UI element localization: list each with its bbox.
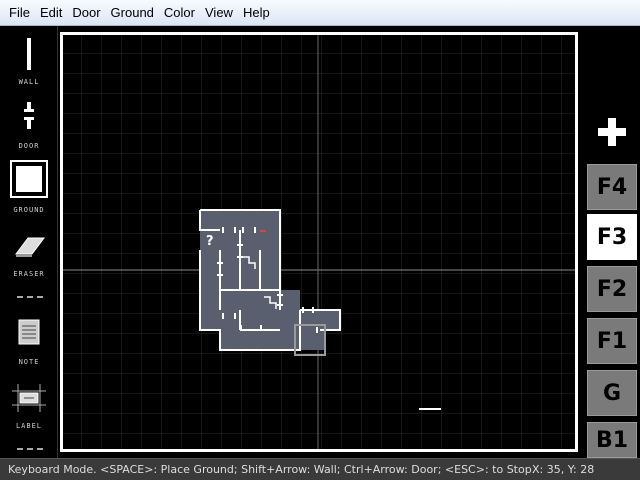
- eraser-tool[interactable]: [4, 230, 54, 264]
- tool-separator: [17, 448, 43, 450]
- floor-button-f3[interactable]: F3: [587, 214, 637, 260]
- map-canvas[interactable]: ?: [60, 32, 578, 452]
- note-icon: [18, 319, 40, 345]
- floor-button-b1[interactable]: B1: [587, 422, 637, 458]
- status-bar: Keyboard Mode. <SPACE>: Place Ground; Sh…: [0, 458, 640, 480]
- map-grid-svg: ?: [63, 35, 575, 449]
- eraser-tool-label: ERASER: [13, 270, 45, 278]
- label-tool-label: LABEL: [15, 422, 43, 430]
- tool-separator: [17, 296, 43, 298]
- tool-panel: WALL DOOR GROUND ERASER NOTE LABEL: [0, 26, 58, 458]
- ground-tool[interactable]: [4, 160, 54, 200]
- map-grid: [63, 35, 575, 449]
- floor-button-f2[interactable]: F2: [587, 266, 637, 312]
- menu-bar: File Edit Door Ground Color View Help: [0, 0, 640, 26]
- eraser-icon: [15, 237, 45, 257]
- floor-panel: F4 F3 F2 F1 G B1: [584, 26, 640, 458]
- menu-view[interactable]: View: [200, 3, 238, 22]
- map-note-marker[interactable]: ?: [206, 234, 214, 249]
- status-coordinates: X: 35, Y: 28: [532, 463, 595, 476]
- menu-door[interactable]: Door: [67, 3, 105, 22]
- menu-ground[interactable]: Ground: [106, 3, 159, 22]
- label-icon: [12, 384, 46, 412]
- floor-button-f4[interactable]: F4: [587, 164, 637, 210]
- wall-tool[interactable]: [4, 36, 54, 74]
- menu-help[interactable]: Help: [238, 3, 275, 22]
- ground-tool-label: GROUND: [13, 206, 45, 214]
- ground-icon: [10, 160, 48, 198]
- label-tool[interactable]: [4, 382, 54, 416]
- note-tool-label: NOTE: [18, 358, 40, 366]
- door-tool-label: DOOR: [18, 142, 40, 150]
- note-tool[interactable]: [4, 318, 54, 350]
- door-tool[interactable]: [4, 98, 54, 134]
- menu-color[interactable]: Color: [159, 3, 200, 22]
- door-icon: [24, 102, 34, 129]
- menu-edit[interactable]: Edit: [35, 3, 67, 22]
- add-floor-button[interactable]: [587, 108, 637, 156]
- floor-button-g[interactable]: G: [587, 370, 637, 416]
- wall-tool-label: WALL: [18, 78, 40, 86]
- plus-icon: [598, 118, 626, 146]
- floor-button-f1[interactable]: F1: [587, 318, 637, 364]
- status-message: Keyboard Mode. <SPACE>: Place Ground; Sh…: [8, 463, 536, 476]
- wall-icon: [27, 38, 31, 70]
- menu-file[interactable]: File: [4, 3, 35, 22]
